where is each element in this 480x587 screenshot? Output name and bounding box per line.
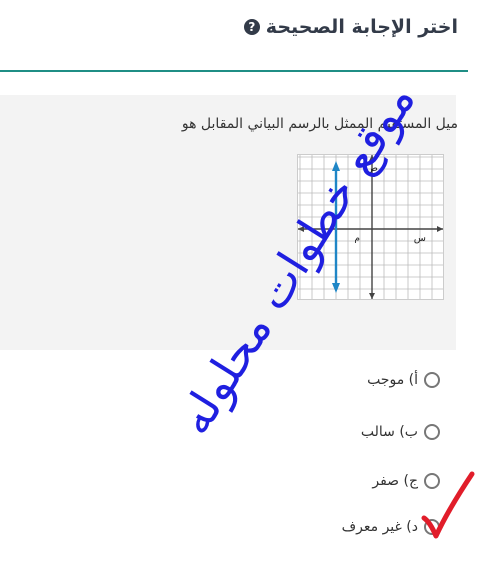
question-circle-icon[interactable]: ? <box>243 19 260 35</box>
option-label: ج) صفر <box>372 473 418 489</box>
x-axis-right-arrow <box>437 226 443 232</box>
line-bottom-arrow <box>332 283 340 293</box>
x-axis-label: س <box>414 233 426 244</box>
origin-label: م <box>354 234 360 244</box>
page-title: اختر الإجابة الصحيحة <box>265 16 458 38</box>
x-axis-left-arrow <box>298 226 304 232</box>
header-title-row: اختر الإجابة الصحيحة ? <box>243 16 458 38</box>
radio-icon[interactable] <box>424 424 440 440</box>
y-axis-top-arrow <box>369 155 375 161</box>
option-a[interactable]: أ) موجب <box>367 372 440 388</box>
radio-icon[interactable] <box>424 372 440 388</box>
y-axis-label: ص <box>366 163 378 174</box>
header-divider <box>0 70 468 72</box>
graph-grid <box>298 155 445 302</box>
checkmark-icon <box>421 471 475 539</box>
option-b[interactable]: ب) سالب <box>361 424 440 440</box>
question-text: ميل المستقيم الممثل بالرسم البياني المقا… <box>181 116 458 132</box>
coordinate-graph: ص س م <box>298 155 445 302</box>
option-label: د) غير معرف <box>341 519 418 535</box>
question-header: اختر الإجابة الصحيحة ? <box>0 0 480 72</box>
graph-image: ص س م <box>297 154 445 302</box>
y-axis-bottom-arrow <box>369 293 375 299</box>
option-label: ب) سالب <box>360 424 418 440</box>
option-label: أ) موجب <box>367 372 418 388</box>
line-top-arrow <box>332 161 340 171</box>
